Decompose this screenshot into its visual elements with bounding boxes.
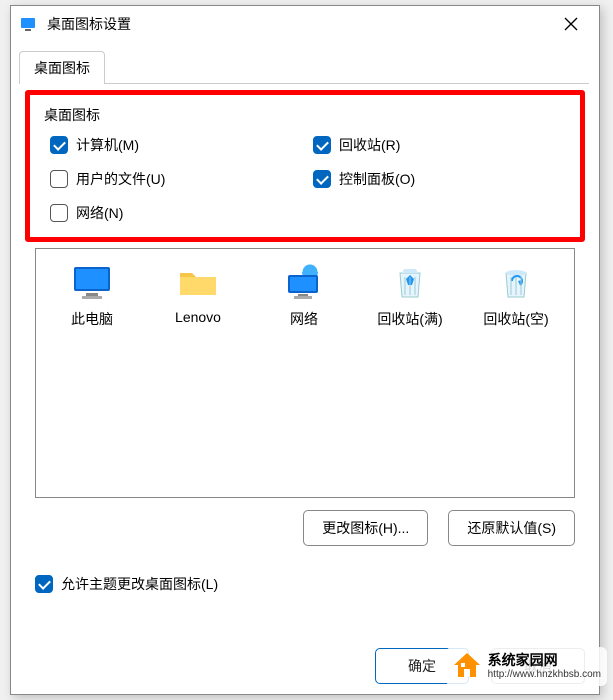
house-icon bbox=[452, 651, 482, 682]
restore-default-button[interactable]: 还原默认值(S) bbox=[448, 510, 575, 546]
checkbox-input[interactable] bbox=[313, 136, 331, 154]
icon-lenovo-folder[interactable]: Lenovo bbox=[152, 263, 244, 325]
checkbox-label: 用户的文件(U) bbox=[76, 169, 165, 189]
checkbox-input[interactable] bbox=[50, 170, 68, 188]
icon-recycle-empty[interactable]: 回收站(空) bbox=[470, 263, 562, 329]
tab-content: 桌面图标 计算机(M) 回收站(R) 用户的文件(U) 控制面板(O) bbox=[21, 83, 589, 594]
checkbox-control-panel[interactable]: 控制面板(O) bbox=[313, 169, 566, 189]
icon-label: Lenovo bbox=[175, 309, 221, 325]
change-icon-button[interactable]: 更改图标(H)... bbox=[303, 510, 428, 546]
icon-label: 此电脑 bbox=[71, 309, 113, 329]
window-title: 桌面图标设置 bbox=[47, 14, 551, 34]
checkbox-network[interactable]: 网络(N) bbox=[50, 203, 303, 223]
monitor-icon bbox=[70, 263, 114, 303]
folder-icon bbox=[176, 263, 220, 303]
icon-network[interactable]: 网络 bbox=[258, 263, 350, 329]
checkbox-computer[interactable]: 计算机(M) bbox=[50, 135, 303, 155]
window-icon bbox=[19, 14, 39, 34]
network-icon bbox=[282, 263, 326, 303]
checkbox-input[interactable] bbox=[50, 136, 68, 154]
checkbox-grid: 计算机(M) 回收站(R) 用户的文件(U) 控制面板(O) 网络(N) bbox=[44, 135, 566, 223]
checkbox-recycle-bin[interactable]: 回收站(R) bbox=[313, 135, 566, 155]
watermark: 系统家园网 http://www.hnzkhbsb.com bbox=[446, 647, 607, 686]
checkbox-label: 控制面板(O) bbox=[339, 169, 415, 189]
checkbox-label: 网络(N) bbox=[76, 203, 123, 223]
dialog-window: 桌面图标设置 桌面图标 桌面图标 计算机(M) 回收站(R) bbox=[10, 5, 600, 695]
checkbox-input[interactable] bbox=[50, 204, 68, 222]
checkbox-user-files[interactable]: 用户的文件(U) bbox=[50, 169, 303, 189]
icon-label: 回收站(空) bbox=[483, 309, 548, 329]
icon-label: 网络 bbox=[290, 309, 318, 329]
allow-theme-checkbox[interactable]: 允许主题更改桌面图标(L) bbox=[35, 574, 575, 594]
checkbox-label: 回收站(R) bbox=[339, 135, 400, 155]
watermark-text: 系统家园网 http://www.hnzkhbsb.com bbox=[488, 653, 601, 679]
watermark-url: http://www.hnzkhbsb.com bbox=[488, 669, 601, 680]
tab-desktop-icons[interactable]: 桌面图标 bbox=[19, 51, 105, 84]
icon-recycle-full[interactable]: 回收站(满) bbox=[364, 263, 456, 329]
icon-label: 回收站(满) bbox=[377, 309, 442, 329]
icon-action-buttons: 更改图标(H)... 还原默认值(S) bbox=[35, 510, 575, 546]
icon-preview-panel: 此电脑 Lenovo bbox=[35, 248, 575, 498]
groupbox-label: 桌面图标 bbox=[44, 105, 566, 125]
recycle-bin-empty-icon bbox=[494, 263, 538, 303]
titlebar: 桌面图标设置 bbox=[11, 6, 599, 42]
watermark-name: 系统家园网 bbox=[488, 653, 601, 668]
icon-this-pc[interactable]: 此电脑 bbox=[46, 263, 138, 329]
tab-strip: 桌面图标 bbox=[11, 42, 599, 83]
checkbox-input[interactable] bbox=[313, 170, 331, 188]
recycle-bin-full-icon bbox=[388, 263, 432, 303]
checkbox-label: 允许主题更改桌面图标(L) bbox=[61, 574, 218, 594]
checkbox-label: 计算机(M) bbox=[76, 135, 139, 155]
desktop-icons-group-highlight: 桌面图标 计算机(M) 回收站(R) 用户的文件(U) 控制面板(O) bbox=[25, 90, 585, 242]
close-button[interactable] bbox=[551, 9, 591, 39]
checkbox-input[interactable] bbox=[35, 575, 53, 593]
